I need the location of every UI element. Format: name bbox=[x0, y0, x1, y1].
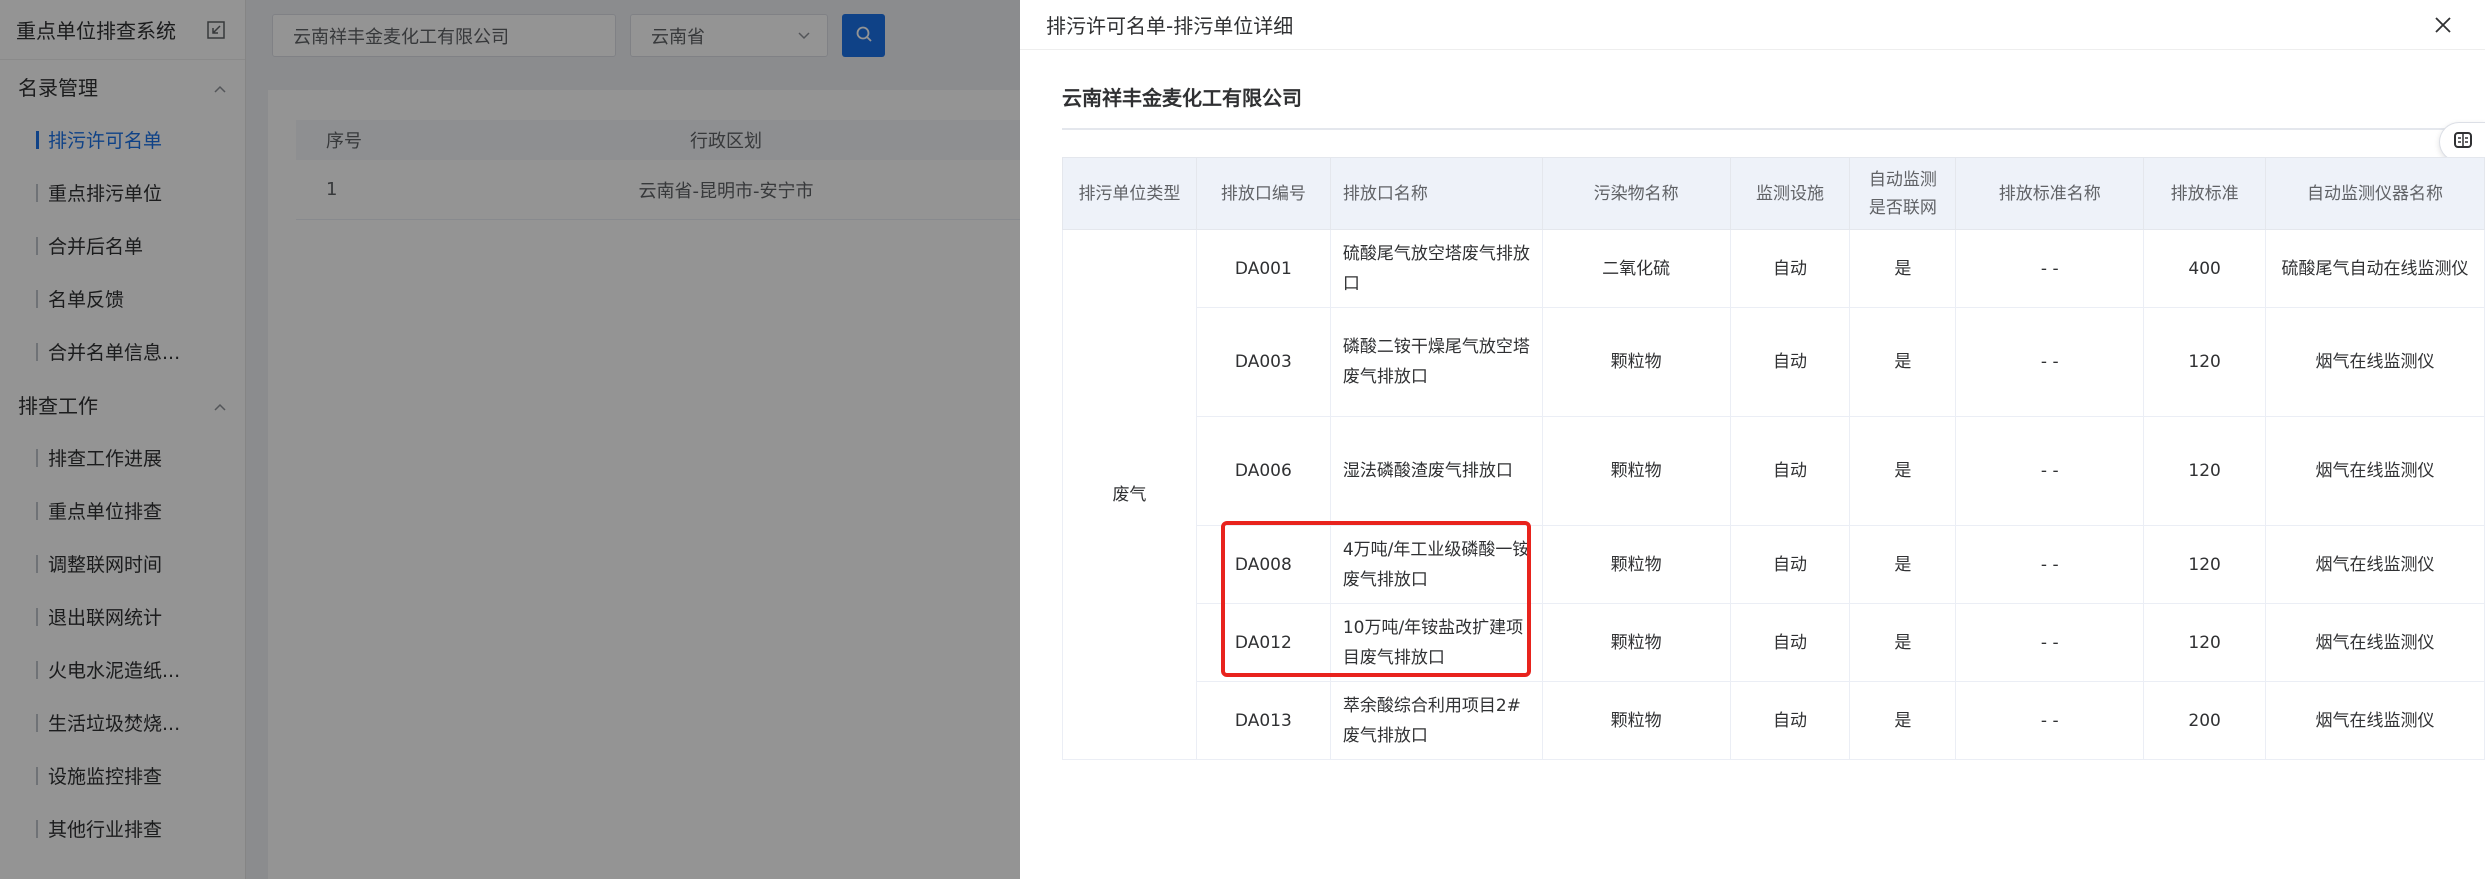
table-header: 排污单位类型 排放口编号 排放口名称 污染物名称 监测设施 自动监测 是否联网 … bbox=[1062, 157, 2485, 230]
table-row: 废气 DA001 硫酸尾气放空塔废气排放口 二氧化硫 自动 是 - - 400 … bbox=[1062, 229, 2485, 760]
drawer-title: 排污许可名单-排污单位详细 bbox=[1046, 14, 1294, 38]
company-name: 云南祥丰金麦化工有限公司 bbox=[1062, 86, 1302, 110]
drawer-header: 排污许可名单-排污单位详细 bbox=[1020, 0, 2485, 50]
table-row: DA012 10万吨/年铵盐改扩建项目废气排放口 颗粒物 自动 是 - - 12… bbox=[1063, 603, 2485, 682]
divider bbox=[1062, 128, 2485, 130]
detail-drawer: 排污许可名单-排污单位详细 云南祥丰金麦化工有限公司 排污单位类型 排放口编号 … bbox=[1020, 0, 2485, 879]
table-row: DA006 湿法磷酸渣废气排放口 颗粒物 自动 是 - - 120 烟气在线监测… bbox=[1063, 416, 2485, 526]
book-icon bbox=[2453, 131, 2473, 153]
close-icon[interactable] bbox=[2431, 13, 2455, 37]
table-row: DA013 萃余酸综合利用项目2#废气排放口 颗粒物 自动 是 - - 200 … bbox=[1063, 681, 2485, 760]
table-row: DA008 4万吨/年工业级磷酸一铵废气排放口 颗粒物 自动 是 - - 120… bbox=[1063, 525, 2485, 604]
table-row: DA003 磷酸二铵干燥尾气放空塔废气排放口 颗粒物 自动 是 - - 120 … bbox=[1063, 307, 2485, 417]
outlet-detail-table: 排污单位类型 排放口编号 排放口名称 污染物名称 监测设施 自动监测 是否联网 … bbox=[1062, 157, 2485, 760]
side-panel-toggle[interactable] bbox=[2439, 122, 2485, 162]
unit-type-cell: 废气 bbox=[1062, 229, 1197, 760]
